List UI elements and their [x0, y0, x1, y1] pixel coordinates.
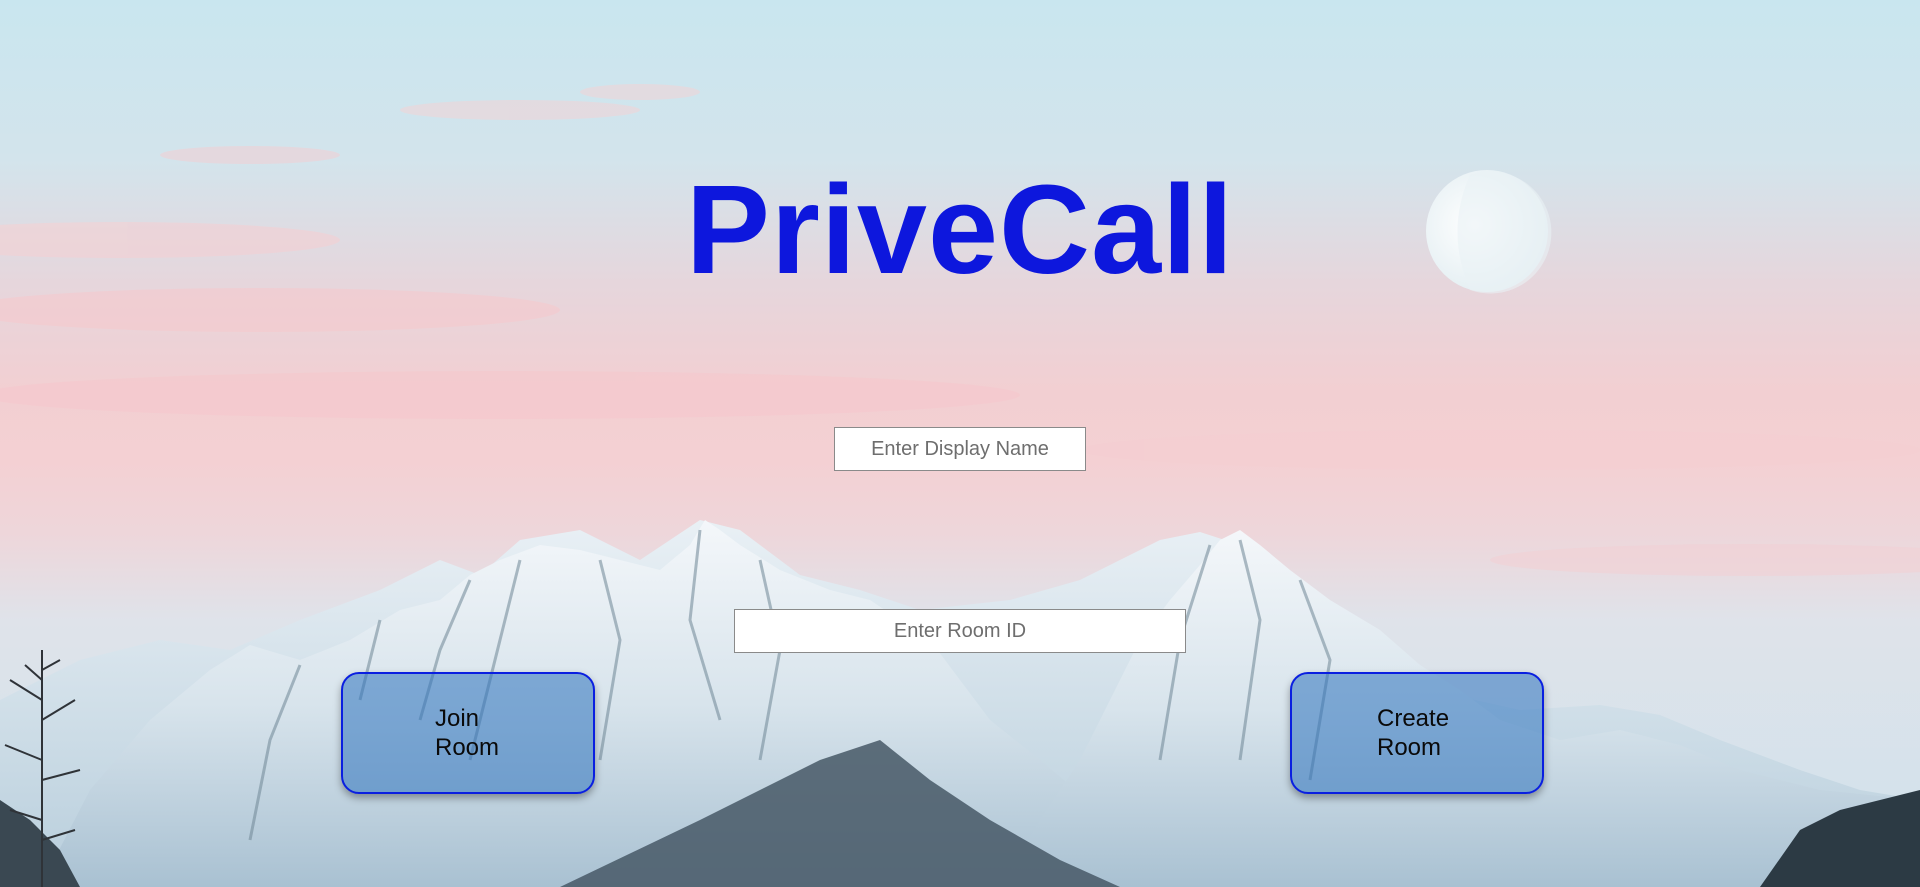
app-screen: PriveCall Join Room Create Room — [0, 0, 1920, 887]
join-room-label: Join Room — [435, 705, 500, 761]
join-room-button[interactable]: Join Room — [341, 672, 595, 794]
app-title: PriveCall — [685, 159, 1235, 300]
display-name-input[interactable] — [834, 427, 1086, 471]
create-room-button[interactable]: Create Room — [1290, 672, 1544, 794]
cloud-streaks — [0, 84, 1920, 576]
create-room-label: Create Room — [1377, 705, 1450, 761]
room-id-input[interactable] — [734, 609, 1186, 653]
